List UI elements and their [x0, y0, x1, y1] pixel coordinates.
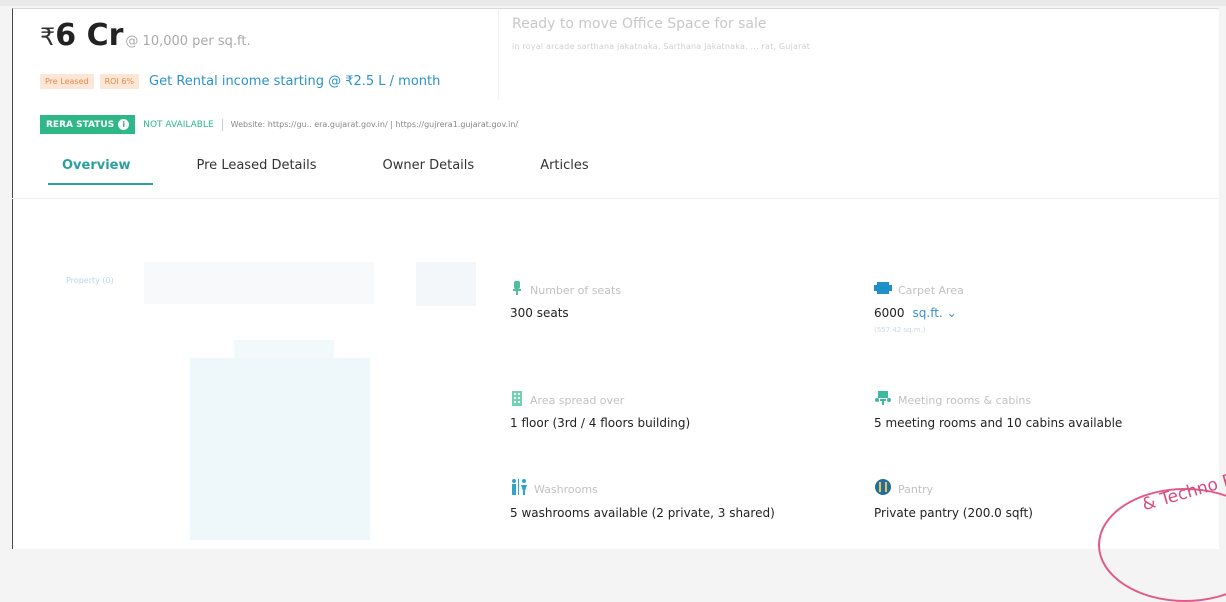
tab-underline-divider	[12, 198, 1218, 199]
unit-label: sq.ft.	[912, 306, 943, 320]
rera-divider	[221, 118, 223, 131]
price-per-sqft: @ 10,000 per sq.ft.	[125, 34, 251, 49]
meeting-room-icon	[874, 390, 892, 410]
property-photo-area[interactable]: Property (0)	[58, 240, 478, 540]
feature-label: Pantry	[898, 482, 934, 496]
feature-label: Washrooms	[534, 482, 598, 496]
page-top-edge	[0, 0, 1226, 6]
feature-label: Carpet Area	[898, 283, 964, 297]
feature-value: 300 seats	[510, 306, 569, 320]
building-placeholder-image	[190, 358, 370, 540]
building-icon	[510, 390, 524, 410]
tab-owner-details[interactable]: Owner Details	[383, 150, 475, 185]
pre-leased-badge: Pre Leased	[40, 74, 94, 89]
carpet-area-icon	[874, 280, 892, 300]
photo-count-label[interactable]: Property (0)	[66, 276, 114, 285]
feature-label: Number of seats	[530, 283, 622, 297]
rupee-symbol: ₹	[40, 23, 56, 51]
pantry-icon	[874, 478, 892, 500]
roi-badge: ROI 6%	[99, 74, 140, 89]
listing-address: in royal arcade sarthana jakatnaka, Sart…	[512, 42, 811, 51]
rera-status-badge: RERA STATUS i	[40, 115, 136, 134]
feature-label: Area spread over	[530, 393, 625, 407]
photo-placeholder-box	[416, 262, 476, 306]
washroom-icon	[510, 478, 528, 500]
feature-label: Meeting rooms & cabins	[898, 393, 1032, 407]
carpet-area-value: 6000	[874, 306, 905, 320]
info-icon[interactable]: i	[118, 119, 130, 130]
feature-value: 5 meeting rooms and 10 cabins available	[874, 416, 1123, 430]
tab-articles[interactable]: Articles	[540, 150, 588, 185]
chevron-down-icon: ⌄	[946, 306, 957, 320]
feature-washrooms: Washrooms 5 washrooms available (2 priva…	[510, 478, 830, 520]
rera-website[interactable]: Website: https://gu.. era.gujarat.gov.in…	[231, 120, 518, 129]
feature-meeting-rooms: Meeting rooms & cabins 5 meeting rooms a…	[874, 390, 1194, 430]
rera-status-value: NOT AVAILABLE	[143, 119, 214, 130]
feature-area-spread: Area spread over 1 floor (3rd / 4 floors…	[510, 390, 830, 430]
feature-number-of-seats: Number of seats 300 seats	[510, 280, 830, 320]
listing-title: Ready to move Office Space for sale	[512, 16, 767, 32]
feature-carpet-area: Carpet Area 6000 sq.ft. ⌄ (557.42 sq.m.)	[874, 280, 1194, 334]
carpet-area-converted: (557.42 sq.m.)	[874, 326, 926, 334]
feature-value: 5 washrooms available (2 private, 3 shar…	[510, 506, 775, 520]
rera-status-label: RERA STATUS	[46, 119, 115, 130]
feature-value-row: 6000 sq.ft. ⌄	[874, 306, 1194, 320]
tab-overview[interactable]: Overview	[48, 150, 152, 185]
header-divider	[498, 10, 499, 100]
rental-income-link[interactable]: Get Rental income starting @ ₹2.5 L / mo…	[149, 74, 440, 89]
rera-row: RERA STATUS i NOT AVAILABLE Website: htt…	[40, 115, 518, 134]
tab-pre-leased-details[interactable]: Pre Leased Details	[197, 150, 317, 185]
price-block: ₹ 6 Cr @ 10,000 per sq.ft.	[40, 18, 251, 53]
property-price: 6 Cr	[55, 18, 124, 53]
seat-icon	[510, 280, 524, 300]
feature-value: 1 floor (3rd / 4 floors building)	[510, 416, 691, 430]
photo-placeholder-banner	[144, 262, 374, 304]
badge-row: Pre Leased ROI 6% Get Rental income star…	[40, 74, 440, 89]
tab-bar: Overview Pre Leased Details Owner Detail…	[40, 150, 655, 185]
listing-title-block: Ready to move Office Space for sale in r…	[512, 16, 810, 51]
unit-selector[interactable]: sq.ft. ⌄	[913, 306, 957, 320]
